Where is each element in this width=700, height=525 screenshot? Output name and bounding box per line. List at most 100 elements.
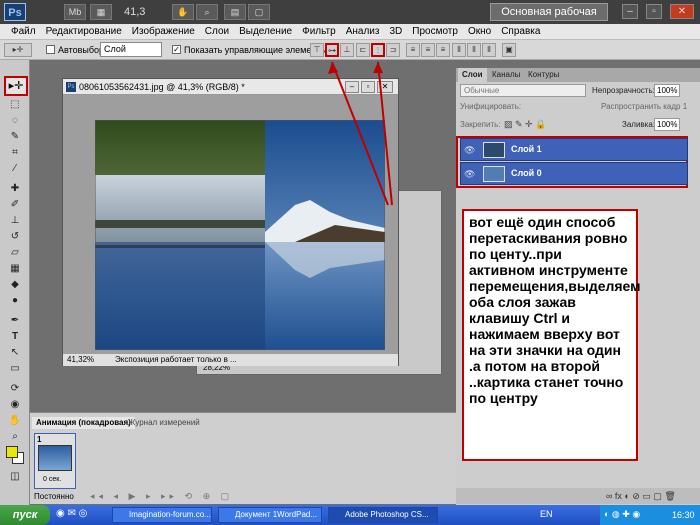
hand-tool-icon-2[interactable]: ✋ <box>6 414 24 427</box>
menu-file[interactable]: Файл <box>6 26 41 37</box>
view-extras-icon[interactable]: ▦ <box>90 4 112 20</box>
minimize-icon[interactable]: – <box>622 4 638 19</box>
hand-tool-icon[interactable]: ✋ <box>172 4 194 20</box>
menu-select[interactable]: Выделение <box>234 26 297 37</box>
shape-tool-icon[interactable]: ▭ <box>6 362 24 375</box>
path-selection-icon[interactable]: ↖ <box>6 346 24 359</box>
blur-tool-icon[interactable]: ◆ <box>6 278 24 291</box>
menu-edit[interactable]: Редактирование <box>41 26 127 37</box>
gradient-tool-icon[interactable]: ▦ <box>6 262 24 275</box>
align-right-edges-icon[interactable]: ⊐ <box>386 43 400 57</box>
zoom-tool-icon-2[interactable]: ⌕ <box>6 430 24 443</box>
document-status-text[interactable]: Экспозиция работает только в ... <box>115 354 237 366</box>
tab-measurement-log[interactable]: Журнал измерений <box>124 417 204 429</box>
eyedropper-icon[interactable]: ⁄ <box>6 162 24 175</box>
document-window[interactable]: 08061053562431.jpg @ 41,3% (RGB/8) * Ps … <box>62 78 399 366</box>
distribute-right-icon[interactable]: ⦀ <box>482 43 496 57</box>
marquee-tool-icon[interactable]: ⬚ <box>6 98 24 111</box>
tab-layers[interactable]: Слои <box>458 68 487 82</box>
playback-controls[interactable]: ◂◂ ◂ ▶ ▸ ▸▸ ⟲ ⊕ ▢ <box>90 491 233 502</box>
lasso-tool-icon[interactable]: ◌ <box>6 114 24 127</box>
menu-analysis[interactable]: Анализ <box>341 26 385 37</box>
panel-tab-strip: Слои Каналы Контуры <box>456 68 700 82</box>
show-controls-checkbox[interactable]: ✓ <box>172 45 181 54</box>
close-icon[interactable]: ✕ <box>670 4 694 19</box>
frame-delay[interactable]: 0 сек. <box>43 476 61 483</box>
workspace-switcher-button[interactable]: Основная рабочая среда <box>490 3 608 34</box>
propagate-frame-label[interactable]: Распространить кадр 1 <box>601 102 687 111</box>
quick-mask-icon[interactable]: ◫ <box>6 470 24 483</box>
menu-view[interactable]: Просмотр <box>407 26 463 37</box>
clone-stamp-icon[interactable]: ⊥ <box>6 214 24 227</box>
bridge-button[interactable]: Mb <box>64 4 86 20</box>
fill-label: Заливка: <box>622 120 656 129</box>
quick-launch-icons[interactable]: ◉ ✉ ◎ <box>56 508 87 519</box>
auto-align-layers-icon[interactable]: ▣ <box>502 43 516 57</box>
tab-paths[interactable]: Контуры <box>524 68 563 82</box>
layer-row[interactable]: 👁 Слой 1 <box>460 138 688 161</box>
language-indicator[interactable]: EN <box>540 509 553 519</box>
maximize-icon[interactable]: ▫ <box>646 4 662 19</box>
brush-tool-icon[interactable]: ✐ <box>6 198 24 211</box>
arrange-documents-icon[interactable]: ▤ <box>224 4 246 20</box>
doc-close-icon[interactable]: ✕ <box>377 81 393 93</box>
eraser-icon[interactable]: ▱ <box>6 246 24 259</box>
align-bottom-edges-icon[interactable]: ⊥ <box>340 43 354 57</box>
autoselect-target-select[interactable]: Слой <box>100 42 162 57</box>
healing-brush-icon[interactable]: ✚ <box>6 182 24 195</box>
move-tool-icon[interactable]: ▸✛ <box>4 76 28 96</box>
type-tool-icon[interactable]: T <box>6 330 24 343</box>
taskbar-item-browser[interactable]: Imagination-forum.co... <box>112 507 212 523</box>
eye-icon[interactable]: 👁 <box>464 169 475 179</box>
eye-icon[interactable]: 👁 <box>464 145 475 155</box>
document-canvas[interactable] <box>63 95 398 354</box>
fill-input[interactable]: 100% <box>654 118 680 131</box>
distribute-vcenter-icon[interactable]: ≡ <box>421 43 435 57</box>
align-horizontal-centers-icon[interactable]: ⫶ <box>371 43 385 57</box>
screen-mode-icon[interactable]: ▢ <box>248 4 270 20</box>
doc-maximize-icon[interactable]: ▫ <box>361 81 375 93</box>
pen-tool-icon[interactable]: ✒ <box>6 314 24 327</box>
layers-footer-icons[interactable]: ∞ fx ◐ ⊘ ▭ ▢ 🗑 <box>456 488 700 504</box>
tab-animation[interactable]: Анимация (покадровая) <box>32 417 135 429</box>
blend-mode-select[interactable]: Обычные <box>460 84 586 97</box>
menu-help[interactable]: Справка <box>496 26 545 37</box>
menu-image[interactable]: Изображение <box>127 26 200 37</box>
align-top-edges-icon[interactable]: ⊤ <box>310 43 324 57</box>
windows-taskbar: пуск ◉ ✉ ◎ Imagination-forum.co... Докум… <box>0 505 700 525</box>
opacity-input[interactable]: 100% <box>654 84 680 97</box>
taskbar-item-wordpad[interactable]: Документ 1WordPad... <box>218 507 322 523</box>
layer-name: Слой 1 <box>511 144 542 154</box>
zoom-level-field[interactable]: 41,3 <box>124 4 164 20</box>
dodge-tool-icon[interactable]: ● <box>6 294 24 307</box>
menu-3d[interactable]: 3D <box>384 26 407 37</box>
doc-minimize-icon[interactable]: – <box>345 81 359 93</box>
foreground-color-swatch[interactable] <box>6 446 18 458</box>
menu-window[interactable]: Окно <box>463 26 496 37</box>
loop-select[interactable]: Постоянно <box>34 492 74 501</box>
zoom-tool-icon[interactable]: ⌕ <box>196 4 218 20</box>
distribute-hcenter-icon[interactable]: ⦀ <box>467 43 481 57</box>
start-button[interactable]: пуск <box>0 505 50 525</box>
crop-tool-icon[interactable]: ⌗ <box>6 146 24 159</box>
document-zoom-readout[interactable]: 41,32% <box>67 354 94 366</box>
history-brush-icon[interactable]: ↺ <box>6 230 24 243</box>
distribute-left-icon[interactable]: ⦀ <box>452 43 466 57</box>
3d-rotate-icon[interactable]: ⟳ <box>6 382 24 395</box>
menu-filter[interactable]: Фильтр <box>297 26 341 37</box>
distribute-top-icon[interactable]: ≡ <box>406 43 420 57</box>
tab-channels[interactable]: Каналы <box>488 68 524 82</box>
taskbar-item-photoshop[interactable]: Adobe Photoshop CS... <box>328 507 438 523</box>
quick-selection-icon[interactable]: ✎ <box>6 130 24 143</box>
autoselect-checkbox[interactable] <box>46 45 55 54</box>
align-vertical-centers-icon[interactable]: ⊶ <box>325 43 339 57</box>
animation-frame[interactable]: 1 0 сек. <box>34 433 76 489</box>
align-left-edges-icon[interactable]: ⊏ <box>356 43 370 57</box>
tray-icons[interactable]: ◐ ◍ ✚ ◉ <box>604 509 640 520</box>
lock-icons[interactable]: ▨ ✎ ✛ 🔒 <box>504 119 546 130</box>
menu-layers[interactable]: Слои <box>200 26 234 37</box>
move-tool-preset-icon[interactable]: ▸✛ <box>4 43 32 57</box>
distribute-bottom-icon[interactable]: ≡ <box>436 43 450 57</box>
layer-row[interactable]: 👁 Слой 0 <box>460 162 688 185</box>
3d-camera-icon[interactable]: ◉ <box>6 398 24 411</box>
